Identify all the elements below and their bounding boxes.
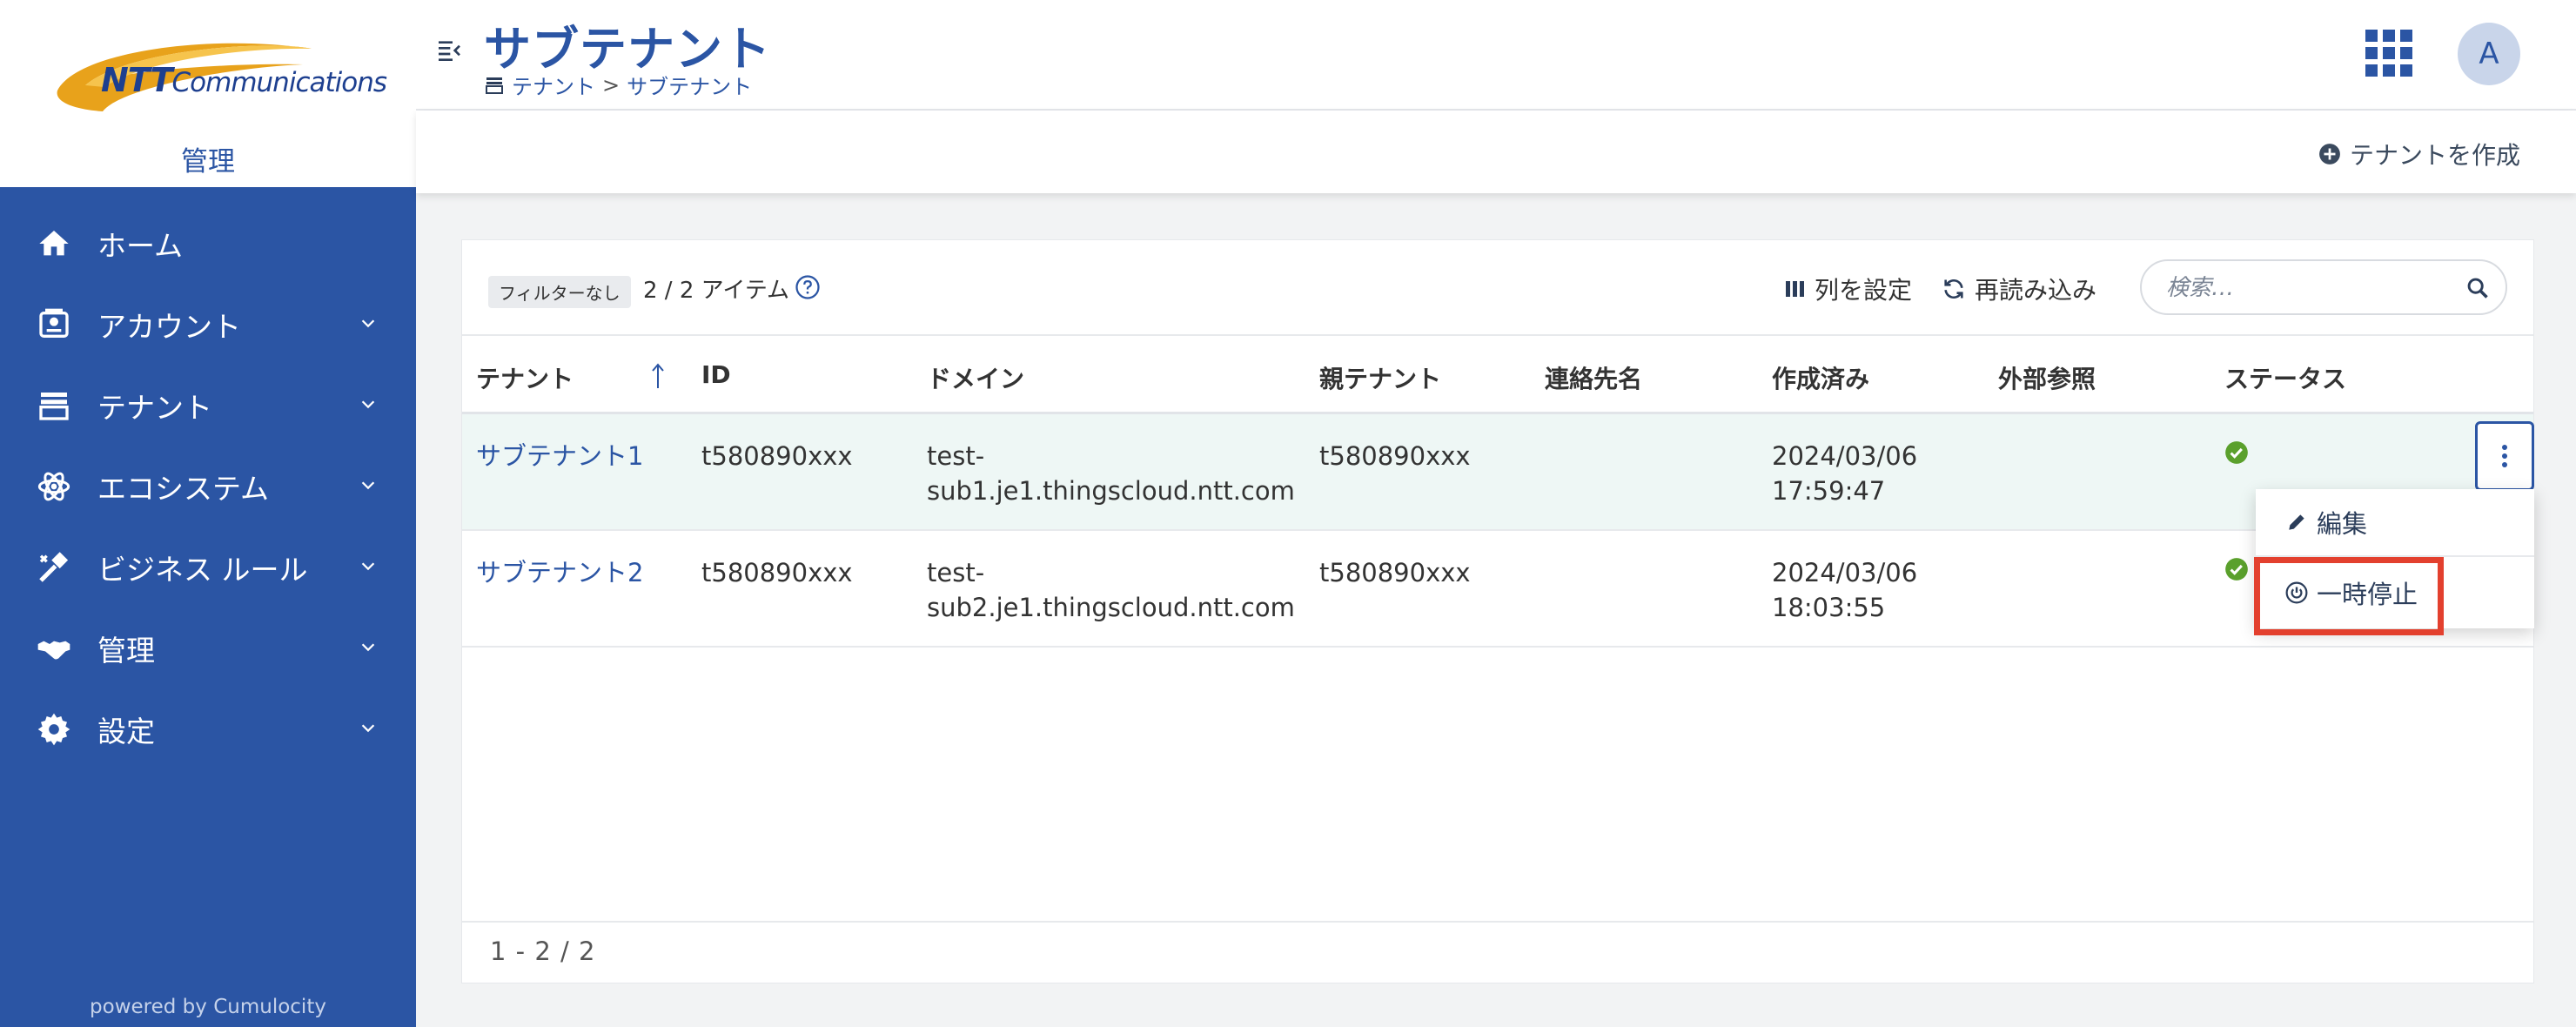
sidebar-toggle-icon[interactable] — [435, 37, 463, 64]
row-actions-button[interactable] — [2475, 421, 2534, 491]
search-icon[interactable] — [2465, 276, 2490, 300]
column-header-tenant[interactable]: テナント — [476, 360, 574, 395]
status-active-icon — [2225, 441, 2248, 464]
chevron-down-icon — [361, 724, 375, 733]
created-date: 2024/03/06 18:03:55 — [1772, 558, 1918, 622]
sidebar-item-label: ホーム — [97, 228, 184, 263]
sidebar-item-admin[interactable]: 管理 — [0, 607, 416, 688]
chevron-down-icon — [361, 400, 375, 409]
tenant-id: t580890xxx — [701, 558, 853, 587]
status-active-icon — [2225, 558, 2248, 581]
breadcrumb-tenant[interactable]: テナント — [512, 70, 595, 100]
chevron-down-icon — [361, 319, 375, 328]
search-box — [2140, 259, 2507, 315]
sidebar-item-label: エコシステム — [97, 471, 270, 506]
menu-item-label: 編集 — [2317, 509, 2368, 539]
create-tenant-label: テナントを作成 — [2349, 141, 2520, 170]
chevron-down-icon — [361, 562, 375, 571]
create-tenant-button[interactable]: テナントを作成 — [2318, 137, 2520, 171]
parent-tenant: t580890xxx — [1319, 558, 1471, 587]
sidebar-item-label: ビジネス ルール — [97, 552, 308, 587]
column-header-id[interactable]: ID — [701, 360, 731, 389]
tenant-domain: test-sub2.je1.thingscloud.ntt.com — [927, 558, 1295, 622]
menu-item-suspend[interactable]: 一時停止 — [2256, 559, 2534, 627]
app-switcher-icon[interactable] — [2365, 30, 2412, 77]
subtenant-card: フィルターなし 2 / 2 アイテム 列を設定 再読み込み テナント ID ドメ… — [461, 239, 2534, 983]
reload-icon — [1944, 279, 1963, 299]
sidebar-item-label: アカウント — [97, 309, 241, 344]
page-header: サブテナント テナント > サブテナント A — [416, 0, 2576, 111]
breadcrumb-subtenant: サブテナント — [627, 75, 753, 99]
table-row[interactable]: サブテナント1 t580890xxx test-sub1.je1.thingsc… — [462, 414, 2534, 531]
business-rule-icon — [35, 548, 73, 587]
sidebar-item-tenant[interactable]: テナント — [0, 365, 416, 446]
sort-ascending-icon[interactable] — [649, 362, 667, 390]
ecosystem-icon — [35, 467, 73, 506]
home-icon — [35, 225, 73, 263]
plus-circle-icon — [2319, 144, 2340, 164]
column-header-created[interactable]: 作成済み — [1772, 360, 1869, 395]
columns-icon — [1786, 281, 1804, 297]
sidebar-item-business-rule[interactable]: ビジネス ルール — [0, 527, 416, 607]
account-icon — [35, 305, 73, 344]
sidebar-item-home[interactable]: ホーム — [0, 203, 416, 284]
configure-columns-button[interactable]: 列を設定 — [1785, 272, 1912, 306]
column-header-external-reference[interactable]: 外部参照 — [1998, 360, 2096, 395]
user-avatar[interactable]: A — [2458, 23, 2520, 85]
action-bar: テナントを作成 — [416, 111, 2576, 193]
filter-badge: フィルターなし — [488, 276, 631, 308]
ntt-communications-logo[interactable]: NTTCommunications — [50, 37, 387, 115]
tenant-domain: test-sub1.je1.thingscloud.ntt.com — [927, 441, 1295, 506]
created-date: 2024/03/06 17:59:47 — [1772, 441, 1918, 506]
sidebar: NTTCommunications 管理 ホーム アカウント テナント エコシス… — [0, 0, 416, 1027]
reload-button[interactable]: 再読み込み — [1942, 272, 2096, 306]
table-footer: 1 - 2 / 2 — [462, 921, 2533, 983]
tenant-name-link[interactable]: サブテナント2 — [476, 555, 643, 590]
logo-text: NTTCommunications — [101, 61, 387, 99]
chevron-down-icon — [361, 481, 375, 490]
power-icon — [2285, 581, 2308, 604]
item-count: 2 / 2 アイテム — [643, 278, 790, 304]
sidebar-item-settings[interactable]: 設定 — [0, 688, 416, 769]
sidebar-item-label: テナント — [97, 390, 212, 425]
tenant-icon — [486, 77, 503, 94]
pencil-icon — [2289, 514, 2304, 530]
sidebar-item-label: 管理 — [97, 633, 155, 668]
app-name: 管理 — [181, 146, 235, 178]
sidebar-item-ecosystem[interactable]: エコシステム — [0, 446, 416, 527]
sidebar-item-account[interactable]: アカウント — [0, 284, 416, 365]
tenant-id: t580890xxx — [701, 441, 853, 471]
brand-area: NTTCommunications 管理 — [0, 0, 416, 187]
column-header-status[interactable]: ステータス — [2224, 360, 2346, 395]
breadcrumb: テナント > サブテナント — [484, 70, 752, 100]
table-toolbar: フィルターなし 2 / 2 アイテム 列を設定 再読み込み — [462, 240, 2533, 336]
column-header-contact-name[interactable]: 連絡先名 — [1545, 360, 1642, 395]
tenant-name-link[interactable]: サブテナント1 — [476, 439, 643, 473]
breadcrumb-separator: > — [602, 72, 621, 97]
menu-item-edit[interactable]: 編集 — [2256, 489, 2534, 557]
parent-tenant: t580890xxx — [1319, 441, 1471, 471]
row-actions-menu: 編集 一時停止 — [2256, 489, 2534, 628]
column-header-parent-tenant[interactable]: 親テナント — [1319, 360, 1441, 395]
pagination-info: 1 - 2 / 2 — [490, 936, 596, 966]
table-row[interactable]: サブテナント2 t580890xxx test-sub2.je1.thingsc… — [462, 531, 2533, 648]
tenant-icon — [35, 386, 73, 425]
search-input[interactable] — [2166, 272, 2453, 305]
handshake-icon — [35, 629, 73, 668]
gear-icon — [35, 710, 73, 748]
powered-by: powered by Cumulocity — [90, 996, 326, 1018]
sidebar-nav: ホーム アカウント テナント エコシステム ビジネス ルール 管理 設定 — [0, 187, 416, 769]
column-header-domain[interactable]: ドメイン — [927, 360, 1024, 395]
chevron-down-icon — [361, 643, 375, 652]
more-vertical-icon — [2502, 445, 2507, 467]
configure-columns-label: 列を設定 — [1815, 276, 1913, 305]
menu-item-label: 一時停止 — [2317, 580, 2418, 609]
reload-label: 再読み込み — [1975, 276, 2097, 305]
table-header: テナント ID ドメイン 親テナント 連絡先名 作成済み 外部参照 ステータス — [462, 336, 2533, 414]
help-icon[interactable] — [795, 274, 821, 300]
sidebar-item-label: 設定 — [97, 714, 155, 748]
